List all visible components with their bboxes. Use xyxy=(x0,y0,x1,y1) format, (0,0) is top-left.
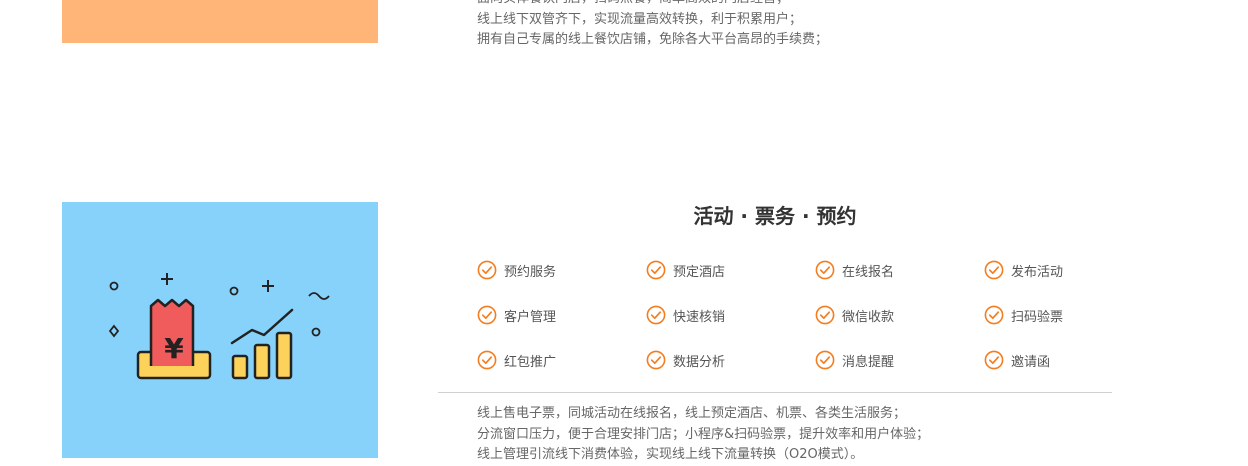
feature-item: 消息提醒 xyxy=(815,349,984,371)
check-circle-icon xyxy=(646,350,666,370)
check-circle-icon xyxy=(815,350,835,370)
feature-label: 扫码验票 xyxy=(1011,309,1064,325)
feature-item: 邀请函 xyxy=(984,349,1153,371)
sparkle-diamond-icon xyxy=(108,324,120,338)
sparkle-circle-icon xyxy=(109,281,119,291)
divider xyxy=(438,392,1112,393)
feature-label: 预约服务 xyxy=(504,264,557,280)
activity-ticket-illustration: ¥ xyxy=(62,202,378,458)
feature-label: 客户管理 xyxy=(504,309,557,325)
feature-item: 扫码验票 xyxy=(984,304,1153,326)
feature-item: 微信收款 xyxy=(815,304,984,326)
sparkle-wave-icon xyxy=(308,292,330,300)
description-line: 线上线下双管齐下，实现流量高效转换，利于积累用户； xyxy=(477,11,803,27)
restaurant-description: 面向实体餐饮门店，扫码点餐，简单高效的门店经营； 线上线下双管齐下，实现流量高效… xyxy=(477,0,1177,51)
check-circle-icon xyxy=(477,260,497,280)
description-line: 分流窗口压力，便于合理安排门店；小程序&扫码验票，提升效率和用户体验； xyxy=(477,426,930,442)
check-circle-icon xyxy=(984,350,1004,370)
restaurant-feature-image xyxy=(62,0,378,43)
feature-item: 数据分析 xyxy=(646,349,815,371)
feature-label: 预定酒店 xyxy=(673,264,726,280)
check-circle-icon xyxy=(477,350,497,370)
feature-list: 预约服务 预定酒店 在线报名 发布活动客户管理 快速核销 微信收款 扫码验票红包推广 数据分析… xyxy=(477,259,1157,394)
check-circle-icon xyxy=(477,305,497,325)
yen-symbol: ¥ xyxy=(164,332,184,365)
feature-item: 红包推广 xyxy=(477,349,646,371)
sparkle-plus-icon xyxy=(262,280,274,292)
check-circle-icon xyxy=(815,305,835,325)
feature-item: 客户管理 xyxy=(477,304,646,326)
feature-label: 在线报名 xyxy=(842,264,895,280)
feature-item: 在线报名 xyxy=(815,259,984,281)
description-line: 面向实体餐饮门店，扫码点餐，简单高效的门店经营； xyxy=(477,0,1177,10)
feature-label: 发布活动 xyxy=(1011,264,1064,280)
feature-item: 发布活动 xyxy=(984,259,1153,281)
check-circle-icon xyxy=(815,260,835,280)
sparkle-circle-icon xyxy=(229,286,239,296)
growth-chart-icon xyxy=(230,308,294,380)
section-description: 线上售电子票，同城活动在线报名，线上预定酒店、机票、各类生活服务； 分流窗口压力… xyxy=(477,404,1197,466)
sparkle-circle-icon xyxy=(311,327,321,337)
receipt-icon: ¥ xyxy=(136,298,212,380)
check-circle-icon xyxy=(984,305,1004,325)
section-title: 活动 · 票务 · 预约 xyxy=(693,204,857,228)
description-line: 线上管理引流线下消费体验，实现线上线下流量转换（O2O模式）。 xyxy=(477,447,864,462)
feature-item: 预定酒店 xyxy=(646,259,815,281)
description-line: 拥有自己专属的线上餐饮店铺，免除各大平台高昂的手续费； xyxy=(477,32,829,47)
feature-label: 数据分析 xyxy=(673,354,726,370)
check-circle-icon xyxy=(984,260,1004,280)
description-line: 线上售电子票，同城活动在线报名，线上预定酒店、机票、各类生活服务； xyxy=(477,406,907,421)
feature-item: 预约服务 xyxy=(477,259,646,281)
check-circle-icon xyxy=(646,305,666,325)
feature-label: 快速核销 xyxy=(673,309,726,325)
sparkle-plus-icon xyxy=(161,273,173,285)
check-circle-icon xyxy=(646,260,666,280)
feature-label: 邀请函 xyxy=(1011,354,1051,370)
feature-label: 微信收款 xyxy=(842,309,895,325)
feature-item: 快速核销 xyxy=(646,304,815,326)
feature-label: 消息提醒 xyxy=(842,354,895,370)
feature-label: 红包推广 xyxy=(504,354,557,370)
